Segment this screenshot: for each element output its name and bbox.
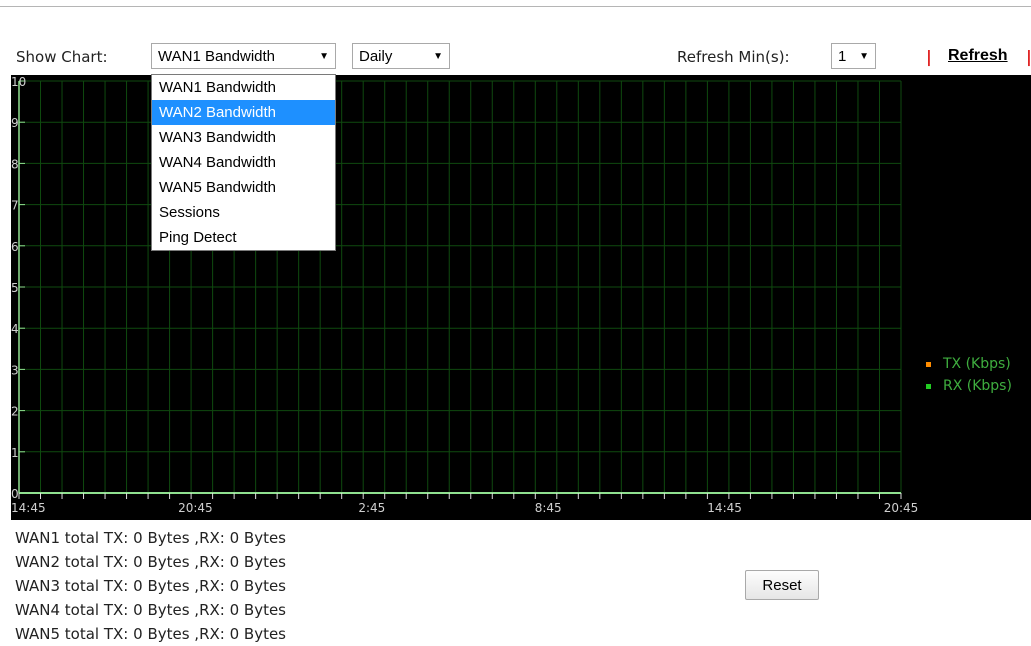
separator: | — [926, 47, 932, 66]
y-tick-label: 7 — [11, 199, 19, 213]
dropdown-option[interactable]: Ping Detect — [152, 225, 335, 250]
refresh-min-select[interactable]: 1 ▼ — [831, 43, 876, 69]
y-tick-label: 5 — [11, 281, 19, 295]
chart-legend: TX (Kbps) RX (Kbps) — [926, 353, 1012, 397]
period-select[interactable]: Daily ▼ — [352, 43, 450, 69]
y-tick-label: 3 — [11, 363, 19, 377]
y-tick-label: 2 — [11, 405, 19, 419]
y-tick-label: 4 — [11, 322, 19, 336]
dropdown-option[interactable]: WAN3 Bandwidth — [152, 125, 335, 150]
dropdown-option-selected[interactable]: WAN2 Bandwidth — [152, 100, 335, 125]
dropdown-option[interactable]: Sessions — [152, 200, 335, 225]
reset-button[interactable]: Reset — [745, 570, 819, 600]
total-line: WAN2 total TX: 0 Bytes ,RX: 0 Bytes — [15, 553, 286, 571]
y-tick-label: 9 — [11, 116, 19, 130]
y-tick-label: 6 — [11, 240, 19, 254]
refresh-link[interactable]: Refresh — [948, 47, 1008, 65]
dropdown-option[interactable]: WAN1 Bandwidth — [152, 75, 335, 100]
rx-swatch-icon — [926, 383, 931, 389]
chevron-down-icon: ▼ — [433, 50, 443, 62]
x-tick-label: 8:45 — [535, 501, 562, 515]
top-divider — [0, 6, 1031, 7]
legend-label-tx: TX (Kbps) — [943, 356, 1011, 372]
totals-list: WAN1 total TX: 0 Bytes ,RX: 0 Bytes WAN2… — [15, 526, 286, 646]
separator: | — [1026, 47, 1031, 66]
show-chart-label: Show Chart: — [16, 48, 108, 66]
chart-type-dropdown[interactable]: WAN1 Bandwidth WAN2 Bandwidth WAN3 Bandw… — [151, 74, 336, 251]
total-line: WAN4 total TX: 0 Bytes ,RX: 0 Bytes — [15, 601, 286, 619]
x-tick-label: 14:45 — [707, 501, 742, 515]
period-value: Daily — [359, 47, 393, 65]
y-tick-label: 1 — [11, 446, 19, 460]
chart-type-value: WAN1 Bandwidth — [158, 47, 275, 65]
refresh-min-value: 1 — [838, 47, 847, 65]
x-tick-label: 2:45 — [358, 501, 385, 515]
legend-item-rx: RX (Kbps) — [926, 375, 1012, 397]
total-line: WAN3 total TX: 0 Bytes ,RX: 0 Bytes — [15, 577, 286, 595]
refresh-min-label: Refresh Min(s): — [677, 48, 790, 66]
y-tick-label: 0 — [11, 487, 19, 501]
legend-item-tx: TX (Kbps) — [926, 353, 1012, 375]
x-tick-label: 20:45 — [178, 501, 213, 515]
total-line: WAN5 total TX: 0 Bytes ,RX: 0 Bytes — [15, 625, 286, 643]
tx-swatch-icon — [926, 361, 931, 367]
y-tick-label: 8 — [11, 157, 19, 171]
chevron-down-icon: ▼ — [859, 50, 869, 62]
x-tick-label: 20:45 — [884, 501, 919, 515]
dropdown-option[interactable]: WAN4 Bandwidth — [152, 150, 335, 175]
x-tick-label: 14:45 — [11, 501, 46, 515]
chart-type-select[interactable]: WAN1 Bandwidth ▼ — [151, 43, 336, 69]
chevron-down-icon: ▼ — [319, 50, 329, 62]
legend-label-rx: RX (Kbps) — [943, 378, 1012, 394]
total-line: WAN1 total TX: 0 Bytes ,RX: 0 Bytes — [15, 529, 286, 547]
dropdown-option[interactable]: WAN5 Bandwidth — [152, 175, 335, 200]
